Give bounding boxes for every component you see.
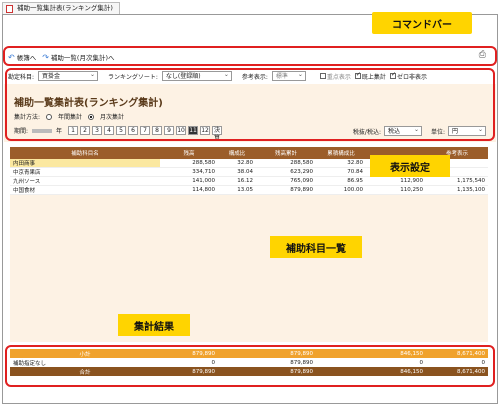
subaccount-list-callout: 補助科目一覧 [270, 236, 362, 258]
table-cell: 70.84 [347, 169, 363, 175]
table-cell: 13.05 [237, 187, 253, 193]
table-cell: 32.80 [347, 160, 363, 166]
table-cell: 32.80 [237, 160, 253, 166]
table-cell: 110,250 [400, 187, 423, 193]
table-cell: 879,890 [290, 187, 313, 193]
display-settings-callout: 表示設定 [370, 155, 450, 177]
table-cell: 288,580 [192, 160, 215, 166]
column-header[interactable]: 構成比 [218, 149, 256, 157]
table-cell: 86.95 [347, 178, 363, 184]
table-cell: 623,290 [290, 169, 313, 175]
document-tab[interactable]: 補助一覧集計表(ランキング集計) [2, 2, 120, 14]
table-cell: 114,800 [192, 187, 215, 193]
column-header[interactable]: 残高 [160, 149, 218, 157]
table-cell: 九州ソース [13, 179, 41, 185]
column-header[interactable]: 残高累計 [256, 149, 316, 157]
aggregate-result-outline [5, 345, 495, 387]
table-cell: 中京青果店 [13, 170, 41, 176]
table-cell: 1,175,540 [457, 178, 485, 184]
table-row[interactable]: 中国食材 114,800 13.05 879,890 100.00 110,250 1,13… [10, 186, 488, 195]
table-cell: 中国食材 [13, 188, 36, 194]
table-cell: 112,900 [400, 178, 423, 184]
display-settings-outline [5, 68, 495, 141]
tab-title: 補助一覧集計表(ランキング集計) [17, 4, 113, 12]
table-row[interactable]: 九州ソース 141,000 16.12 765,090 86.95 112,900 1,17… [10, 177, 488, 186]
command-bar-outline [3, 46, 497, 66]
table-cell: 16.12 [237, 178, 253, 184]
table-cell: 288,580 [290, 160, 313, 166]
aggregate-result-callout: 集計結果 [118, 314, 190, 336]
table-cell: 765,090 [290, 178, 313, 184]
table-cell: 334,710 [192, 169, 215, 175]
table-cell: 38.04 [237, 169, 253, 175]
table-cell: 100.00 [343, 187, 363, 193]
table-cell: 141,000 [192, 178, 215, 184]
column-header[interactable]: 補助科目名 [10, 149, 160, 157]
command-bar-callout: コマンドバー [372, 12, 472, 34]
table-cell: 内田商事 [10, 159, 160, 167]
document-icon [6, 5, 13, 13]
table-cell: 1,135,100 [457, 187, 485, 193]
column-header[interactable]: 累積構成比 [316, 149, 366, 157]
